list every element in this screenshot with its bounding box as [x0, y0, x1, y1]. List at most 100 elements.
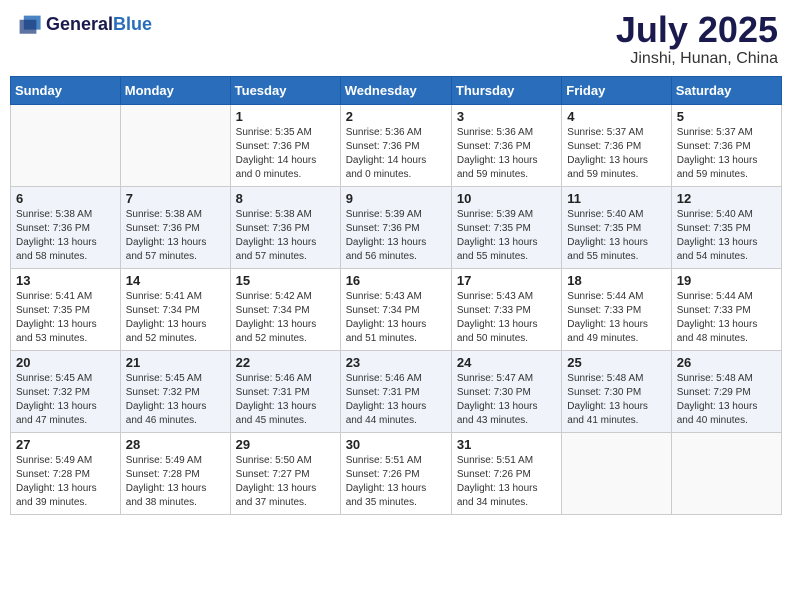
day-info: Sunrise: 5:45 AM Sunset: 7:32 PM Dayligh…	[16, 372, 115, 428]
day-number: 10	[457, 191, 556, 206]
day-info: Sunrise: 5:41 AM Sunset: 7:34 PM Dayligh…	[126, 290, 225, 346]
day-info: Sunrise: 5:51 AM Sunset: 7:26 PM Dayligh…	[346, 454, 446, 510]
calendar-cell: 28 Sunrise: 5:49 AM Sunset: 7:28 PM Dayli…	[120, 432, 230, 514]
day-number: 29	[236, 437, 335, 452]
logo-icon	[14, 10, 42, 38]
weekday-saturday: Saturday	[671, 76, 781, 104]
calendar-cell: 18 Sunrise: 5:44 AM Sunset: 7:33 PM Dayli…	[562, 268, 671, 350]
calendar-cell	[562, 432, 671, 514]
location-title: Jinshi, Hunan, China	[616, 50, 778, 68]
logo: GeneralBlue	[14, 10, 152, 38]
day-info: Sunrise: 5:39 AM Sunset: 7:36 PM Dayligh…	[346, 208, 446, 264]
day-info: Sunrise: 5:46 AM Sunset: 7:31 PM Dayligh…	[236, 372, 335, 428]
calendar-week-2: 13Sunrise: 5:41 AM Sunset: 7:35 PM Dayli…	[11, 268, 782, 350]
day-number: 24	[457, 355, 556, 370]
calendar-week-4: 27 Sunrise: 5:49 AM Sunset: 7:28 PM Dayli…	[11, 432, 782, 514]
month-title: July 2025	[616, 10, 778, 50]
calendar-cell: 3Sunrise: 5:36 AM Sunset: 7:36 PM Daylig…	[451, 104, 561, 186]
day-number: 8	[236, 191, 335, 206]
day-number: 26	[677, 355, 776, 370]
calendar-cell: 21Sunrise: 5:45 AM Sunset: 7:32 PM Dayli…	[120, 350, 230, 432]
day-number: 5	[677, 109, 776, 124]
calendar-cell: 10 Sunrise: 5:39 AM Sunset: 7:35 PM Dayli…	[451, 186, 561, 268]
day-info: Sunrise: 5:39 AM Sunset: 7:35 PM Dayligh…	[457, 208, 556, 264]
day-info: Sunrise: 5:50 AM Sunset: 7:27 PM Dayligh…	[236, 454, 335, 510]
day-number: 19	[677, 273, 776, 288]
day-number: 16	[346, 273, 446, 288]
calendar-cell: 23 Sunrise: 5:46 AM Sunset: 7:31 PM Dayli…	[340, 350, 451, 432]
calendar-cell: 2 Sunrise: 5:36 AM Sunset: 7:36 PM Daylig…	[340, 104, 451, 186]
calendar-cell: 8 Sunrise: 5:38 AM Sunset: 7:36 PM Daylig…	[230, 186, 340, 268]
calendar-cell	[11, 104, 121, 186]
logo-general: General	[46, 14, 113, 34]
calendar-week-0: 1Sunrise: 5:35 AM Sunset: 7:36 PM Daylig…	[11, 104, 782, 186]
weekday-tuesday: Tuesday	[230, 76, 340, 104]
weekday-sunday: Sunday	[11, 76, 121, 104]
day-number: 15	[236, 273, 335, 288]
day-info: Sunrise: 5:46 AM Sunset: 7:31 PM Dayligh…	[346, 372, 446, 428]
calendar-cell: 29 Sunrise: 5:50 AM Sunset: 7:27 PM Dayli…	[230, 432, 340, 514]
weekday-thursday: Thursday	[451, 76, 561, 104]
calendar-cell: 27Sunrise: 5:49 AM Sunset: 7:28 PM Dayli…	[11, 432, 121, 514]
calendar-cell: 30 Sunrise: 5:51 AM Sunset: 7:26 PM Dayli…	[340, 432, 451, 514]
day-number: 6	[16, 191, 115, 206]
day-info: Sunrise: 5:51 AM Sunset: 7:26 PM Dayligh…	[457, 454, 556, 510]
day-info: Sunrise: 5:40 AM Sunset: 7:35 PM Dayligh…	[567, 208, 665, 264]
calendar-cell: 15 Sunrise: 5:42 AM Sunset: 7:34 PM Dayli…	[230, 268, 340, 350]
day-number: 23	[346, 355, 446, 370]
calendar-cell: 20 Sunrise: 5:45 AM Sunset: 7:32 PM Dayli…	[11, 350, 121, 432]
day-number: 2	[346, 109, 446, 124]
day-number: 4	[567, 109, 665, 124]
day-info: Sunrise: 5:40 AM Sunset: 7:35 PM Dayligh…	[677, 208, 776, 264]
day-number: 14	[126, 273, 225, 288]
calendar-cell: 26 Sunrise: 5:48 AM Sunset: 7:29 PM Dayli…	[671, 350, 781, 432]
calendar-cell: 17Sunrise: 5:43 AM Sunset: 7:33 PM Dayli…	[451, 268, 561, 350]
calendar-cell: 6 Sunrise: 5:38 AM Sunset: 7:36 PM Daylig…	[11, 186, 121, 268]
day-info: Sunrise: 5:36 AM Sunset: 7:36 PM Dayligh…	[346, 126, 446, 182]
title-block: July 2025 Jinshi, Hunan, China	[616, 10, 778, 68]
calendar-cell: 7 Sunrise: 5:38 AM Sunset: 7:36 PM Daylig…	[120, 186, 230, 268]
calendar-week-3: 20 Sunrise: 5:45 AM Sunset: 7:32 PM Dayli…	[11, 350, 782, 432]
day-number: 22	[236, 355, 335, 370]
day-info: Sunrise: 5:38 AM Sunset: 7:36 PM Dayligh…	[236, 208, 335, 264]
calendar-cell	[120, 104, 230, 186]
calendar-cell: 22 Sunrise: 5:46 AM Sunset: 7:31 PM Dayli…	[230, 350, 340, 432]
day-info: Sunrise: 5:37 AM Sunset: 7:36 PM Dayligh…	[567, 126, 665, 182]
day-info: Sunrise: 5:48 AM Sunset: 7:29 PM Dayligh…	[677, 372, 776, 428]
calendar-cell: 5Sunrise: 5:37 AM Sunset: 7:36 PM Daylig…	[671, 104, 781, 186]
day-number: 11	[567, 191, 665, 206]
day-info: Sunrise: 5:43 AM Sunset: 7:34 PM Dayligh…	[346, 290, 446, 346]
day-number: 1	[236, 109, 335, 124]
day-number: 9	[346, 191, 446, 206]
day-number: 13	[16, 273, 115, 288]
day-number: 20	[16, 355, 115, 370]
logo-text: GeneralBlue	[46, 14, 152, 35]
day-info: Sunrise: 5:44 AM Sunset: 7:33 PM Dayligh…	[567, 290, 665, 346]
logo-blue: Blue	[113, 14, 152, 34]
day-number: 28	[126, 437, 225, 452]
day-info: Sunrise: 5:48 AM Sunset: 7:30 PM Dayligh…	[567, 372, 665, 428]
page-header: GeneralBlue July 2025 Jinshi, Hunan, Chi…	[10, 10, 782, 68]
day-number: 21	[126, 355, 225, 370]
calendar-cell: 31Sunrise: 5:51 AM Sunset: 7:26 PM Dayli…	[451, 432, 561, 514]
day-number: 12	[677, 191, 776, 206]
calendar-cell: 16 Sunrise: 5:43 AM Sunset: 7:34 PM Dayli…	[340, 268, 451, 350]
calendar-cell: 11 Sunrise: 5:40 AM Sunset: 7:35 PM Dayli…	[562, 186, 671, 268]
day-number: 18	[567, 273, 665, 288]
day-info: Sunrise: 5:43 AM Sunset: 7:33 PM Dayligh…	[457, 290, 556, 346]
calendar-week-1: 6 Sunrise: 5:38 AM Sunset: 7:36 PM Daylig…	[11, 186, 782, 268]
day-info: Sunrise: 5:49 AM Sunset: 7:28 PM Dayligh…	[126, 454, 225, 510]
weekday-wednesday: Wednesday	[340, 76, 451, 104]
calendar-cell: 9 Sunrise: 5:39 AM Sunset: 7:36 PM Daylig…	[340, 186, 451, 268]
day-info: Sunrise: 5:38 AM Sunset: 7:36 PM Dayligh…	[126, 208, 225, 264]
day-number: 7	[126, 191, 225, 206]
day-info: Sunrise: 5:44 AM Sunset: 7:33 PM Dayligh…	[677, 290, 776, 346]
weekday-monday: Monday	[120, 76, 230, 104]
calendar-cell: 14 Sunrise: 5:41 AM Sunset: 7:34 PM Dayli…	[120, 268, 230, 350]
day-number: 30	[346, 437, 446, 452]
day-info: Sunrise: 5:38 AM Sunset: 7:36 PM Dayligh…	[16, 208, 115, 264]
day-number: 27	[16, 437, 115, 452]
calendar-cell: 1Sunrise: 5:35 AM Sunset: 7:36 PM Daylig…	[230, 104, 340, 186]
day-info: Sunrise: 5:42 AM Sunset: 7:34 PM Dayligh…	[236, 290, 335, 346]
calendar-cell: 12 Sunrise: 5:40 AM Sunset: 7:35 PM Dayli…	[671, 186, 781, 268]
